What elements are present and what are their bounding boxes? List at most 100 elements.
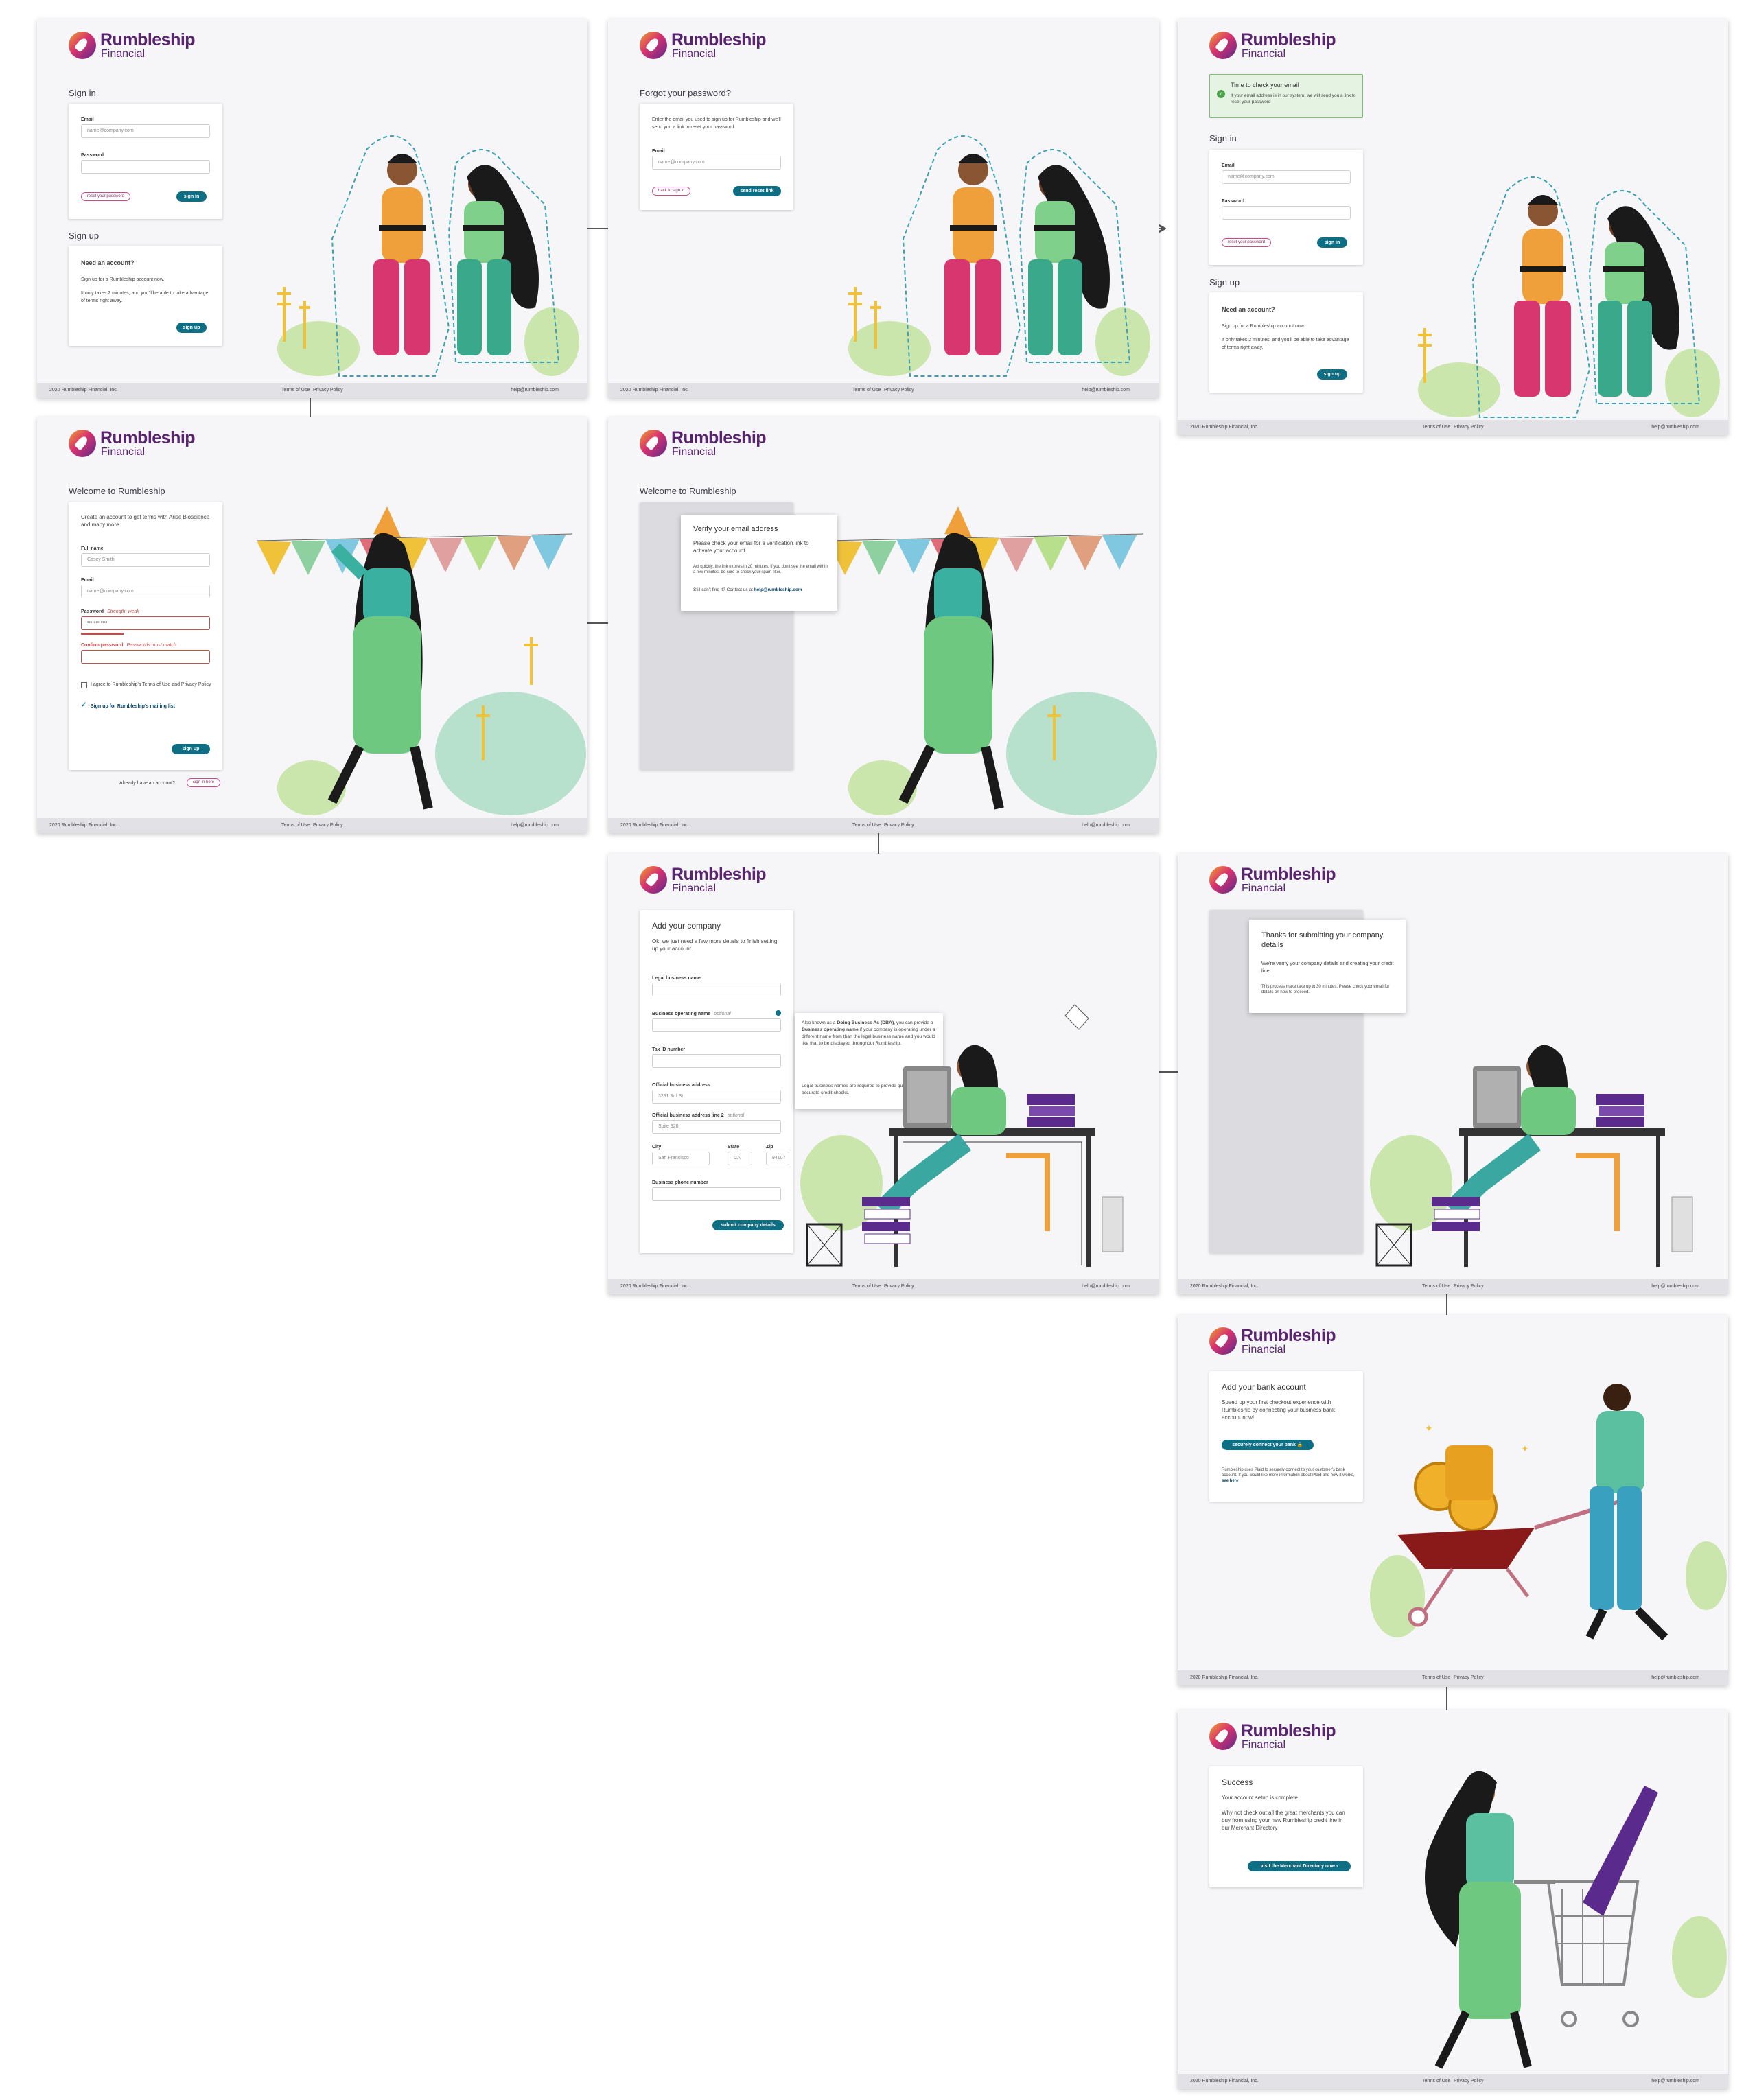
- footer-copyright: 2020 Rumbleship Financial, Inc.: [1190, 1284, 1259, 1289]
- signup-button[interactable]: sign up: [176, 323, 207, 333]
- dba-label: Business operating name optional: [652, 1012, 731, 1016]
- screen-add-company: Rumbleship Financial Add your company Ok,…: [608, 854, 1159, 1294]
- signup-button[interactable]: sign up: [1317, 369, 1347, 380]
- signin-here-link[interactable]: sign in here: [187, 778, 221, 787]
- footer-privacy-link[interactable]: Privacy Policy: [313, 388, 343, 393]
- back-to-signin-link[interactable]: back to sign in: [652, 187, 691, 196]
- check-circle-icon: ✓: [1217, 90, 1225, 98]
- footer-copyright: 2020 Rumbleship Financial, Inc.: [49, 388, 118, 393]
- rocket-logo-icon: [640, 430, 667, 457]
- help-email-link[interactable]: help@rumbleship.com: [754, 587, 802, 592]
- screen-create-account: Rumbleship Financial Welcome to Rumbleshi…: [37, 417, 587, 833]
- tax-id-field[interactable]: [652, 1054, 781, 1068]
- footer-privacy-link[interactable]: Privacy Policy: [884, 1284, 914, 1289]
- footer-terms-link[interactable]: Terms of Use: [1422, 1284, 1450, 1289]
- footer-privacy-link[interactable]: Privacy Policy: [1454, 2079, 1484, 2084]
- footer-email-link[interactable]: help@rumbleship.com: [1651, 1284, 1699, 1289]
- email-label: Email: [1222, 163, 1235, 168]
- welcome-heading: Welcome to Rumbleship: [69, 486, 165, 496]
- dba-field[interactable]: [652, 1018, 781, 1032]
- connect-bank-button[interactable]: securely connect your bank 🔒: [1222, 1440, 1314, 1450]
- footer-terms-link[interactable]: Terms of Use: [1422, 1675, 1450, 1680]
- footer-privacy-link[interactable]: Privacy Policy: [1454, 425, 1484, 430]
- signup-button[interactable]: sign up: [172, 744, 210, 754]
- agree-terms-checkbox[interactable]: [81, 682, 87, 688]
- email-label: Email: [652, 149, 665, 154]
- arrow-right-icon: ›: [1336, 1864, 1338, 1869]
- signup-card: Need an account? Sign up for a Rumbleshi…: [1209, 292, 1363, 393]
- add-company-heading: Add your company: [652, 921, 721, 931]
- address2-field[interactable]: Suite 320: [652, 1120, 781, 1134]
- mailing-list-check-icon[interactable]: ✓: [81, 701, 86, 709]
- footer-privacy-link[interactable]: Privacy Policy: [1454, 1675, 1484, 1680]
- footer-email-link[interactable]: help@rumbleship.com: [1651, 2079, 1699, 2084]
- email-field[interactable]: name@company.com: [1222, 170, 1351, 184]
- screen-thanks: Rumbleship Financial Thanks for submittin…: [1178, 854, 1728, 1294]
- footer-email-link[interactable]: help@rumbleship.com: [1082, 388, 1130, 393]
- signup-text: Sign up for a Rumbleship account now.: [1222, 324, 1305, 329]
- footer-terms-link[interactable]: Terms of Use: [1422, 425, 1450, 430]
- reset-password-link[interactable]: reset your password: [81, 192, 131, 201]
- email-field[interactable]: name@company.com: [652, 156, 781, 170]
- footer-privacy-link[interactable]: Privacy Policy: [1454, 1284, 1484, 1289]
- state-field[interactable]: CA: [728, 1152, 752, 1165]
- state-label: State: [728, 1145, 740, 1150]
- party-illustration: [256, 506, 586, 815]
- footer-copyright: 2020 Rumbleship Financial, Inc.: [620, 823, 689, 828]
- footer-email-link[interactable]: help@rumbleship.com: [1082, 1284, 1130, 1289]
- city-field[interactable]: San Francisco: [652, 1152, 710, 1165]
- footer-email-link[interactable]: help@rumbleship.com: [511, 388, 559, 393]
- screen-success: Rumbleship Financial Success Your account…: [1178, 1710, 1728, 2089]
- phone-field[interactable]: [652, 1187, 781, 1201]
- footer-terms-link[interactable]: Terms of Use: [852, 1284, 881, 1289]
- footer-privacy-link[interactable]: Privacy Policy: [884, 823, 914, 828]
- submit-company-button[interactable]: submit company details: [712, 1220, 784, 1230]
- legal-name-field[interactable]: [652, 983, 781, 996]
- address-field[interactable]: 3231 3rd St: [652, 1090, 781, 1104]
- info-icon[interactable]: [776, 1010, 781, 1016]
- signin-button[interactable]: sign in: [1317, 237, 1347, 248]
- signin-button[interactable]: sign in: [176, 191, 207, 202]
- footer-copyright: 2020 Rumbleship Financial, Inc.: [1190, 1675, 1259, 1680]
- add-bank-heading: Add your bank account: [1222, 1382, 1306, 1392]
- send-reset-link-button[interactable]: send reset link: [733, 186, 781, 196]
- password-field[interactable]: [1222, 206, 1351, 220]
- footer-privacy-link[interactable]: Privacy Policy: [884, 388, 914, 393]
- create-account-card: Create an account to get terms with Aris…: [69, 502, 222, 770]
- footer-terms-link[interactable]: Terms of Use: [281, 823, 310, 828]
- footer: 2020 Rumbleship Financial, Inc. Terms of…: [608, 1279, 1159, 1294]
- footer-terms-link[interactable]: Terms of Use: [281, 388, 310, 393]
- password-field[interactable]: ••••••••••••: [81, 616, 210, 630]
- email-field[interactable]: name@company.com: [81, 124, 210, 138]
- rocket-logo-icon: [1209, 32, 1237, 59]
- zip-field[interactable]: 94107: [766, 1152, 789, 1165]
- confirm-password-field[interactable]: [81, 650, 210, 664]
- signup-heading: Sign up: [69, 231, 100, 241]
- footer-email-link[interactable]: help@rumbleship.com: [1651, 1675, 1699, 1680]
- couple-illustration: [1418, 176, 1720, 418]
- signup-heading: Sign up: [1209, 277, 1240, 288]
- reset-password-link[interactable]: reset your password: [1222, 238, 1272, 247]
- footer-terms-link[interactable]: Terms of Use: [852, 388, 881, 393]
- password-field[interactable]: [81, 160, 210, 174]
- svg-text:✦: ✦: [1425, 1423, 1433, 1434]
- add-company-card: Add your company Ok, we just need a few …: [640, 910, 793, 1253]
- footer-copyright: 2020 Rumbleship Financial, Inc.: [1190, 425, 1259, 430]
- thanks-fine: This process make take up to 30 minutes.…: [1261, 985, 1390, 994]
- verify-help: Still can't find it? Contact us at help@…: [693, 587, 802, 592]
- check-email-text: If your email address is in our system, …: [1231, 93, 1356, 104]
- footer-email-link[interactable]: help@rumbleship.com: [1651, 425, 1699, 430]
- footer-terms-link[interactable]: Terms of Use: [852, 823, 881, 828]
- merchant-directory-button[interactable]: visit the Merchant Directory now ›: [1248, 1861, 1351, 1871]
- lock-icon: 🔒: [1296, 1443, 1303, 1447]
- fullname-field[interactable]: Casey Smith: [81, 553, 210, 567]
- email-field[interactable]: name@company.com: [81, 585, 210, 598]
- footer-privacy-link[interactable]: Privacy Policy: [313, 823, 343, 828]
- footer-email-link[interactable]: help@rumbleship.com: [1082, 823, 1130, 828]
- footer-email-link[interactable]: help@rumbleship.com: [511, 823, 559, 828]
- footer-terms-link[interactable]: Terms of Use: [1422, 2079, 1450, 2084]
- couple-illustration: [848, 135, 1150, 377]
- rocket-logo-icon: [1209, 866, 1237, 894]
- plaid-see-here-link[interactable]: see here: [1222, 1479, 1238, 1483]
- rocket-logo-icon: [640, 866, 667, 894]
